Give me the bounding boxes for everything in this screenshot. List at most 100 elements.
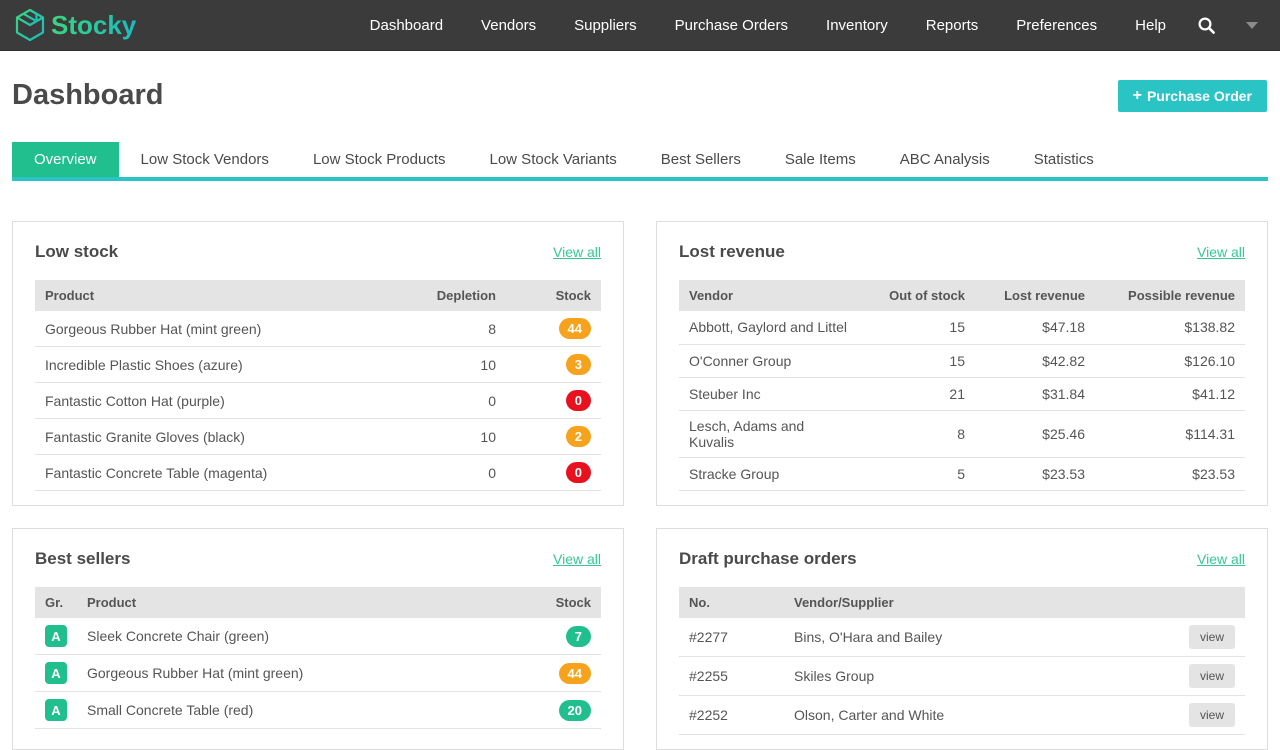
possible-revenue-value: $138.82 bbox=[1095, 311, 1245, 344]
tab-overview[interactable]: Overview bbox=[12, 142, 119, 177]
draft-purchase-orders-title: Draft purchase orders bbox=[679, 549, 857, 569]
depletion-value: 0 bbox=[396, 455, 506, 491]
nav-item-inventory[interactable]: Inventory bbox=[807, 17, 907, 34]
search-icon[interactable] bbox=[1185, 16, 1232, 35]
lost-revenue-table: Vendor Out of stock Lost revenue Possibl… bbox=[679, 280, 1245, 491]
possible-revenue-value: $41.12 bbox=[1095, 377, 1245, 410]
tab-abc-analysis[interactable]: ABC Analysis bbox=[878, 142, 1012, 177]
low-stock-table: Product Depletion Stock Gorgeous Rubber … bbox=[35, 280, 601, 491]
nav-item-suppliers[interactable]: Suppliers bbox=[555, 17, 656, 34]
column-header: Stock bbox=[506, 280, 601, 311]
nav-item-vendors[interactable]: Vendors bbox=[462, 17, 555, 34]
po-number: #2255 bbox=[679, 657, 784, 696]
table-row: O'Conner Group 15 $42.82 $126.10 bbox=[679, 344, 1245, 377]
stock-badge: 2 bbox=[566, 426, 591, 447]
top-nav: Stocky Dashboard Vendors Suppliers Purch… bbox=[0, 0, 1280, 51]
possible-revenue-value: $114.31 bbox=[1095, 410, 1245, 457]
table-row: Fantastic Concrete Table (magenta) 0 0 bbox=[35, 455, 601, 491]
tab-low-stock-variants[interactable]: Low Stock Variants bbox=[468, 142, 639, 177]
lost-revenue-value: $23.53 bbox=[975, 457, 1095, 490]
column-header: No. bbox=[679, 587, 784, 618]
table-row: #2252 Olson, Carter and White view bbox=[679, 696, 1245, 735]
product-name: Gorgeous Rubber Hat (mint green) bbox=[77, 655, 506, 692]
cube-icon bbox=[14, 7, 46, 43]
vendor-name: O'Conner Group bbox=[679, 344, 860, 377]
table-row: Fantastic Granite Gloves (black) 10 2 bbox=[35, 419, 601, 455]
column-header: Depletion bbox=[396, 280, 506, 311]
grade-badge: A bbox=[45, 625, 67, 647]
column-header: Lost revenue bbox=[975, 280, 1095, 311]
out-of-stock-value: 15 bbox=[860, 344, 975, 377]
grade-badge: A bbox=[45, 699, 67, 721]
nav-links: Dashboard Vendors Suppliers Purchase Ord… bbox=[351, 16, 1258, 35]
grade-badge: A bbox=[45, 662, 67, 684]
tab-best-sellers[interactable]: Best Sellers bbox=[639, 142, 763, 177]
depletion-value: 10 bbox=[396, 419, 506, 455]
table-row: A Sleek Concrete Chair (green) 7 bbox=[35, 618, 601, 655]
out-of-stock-value: 5 bbox=[860, 457, 975, 490]
depletion-value: 10 bbox=[396, 347, 506, 383]
view-button[interactable]: view bbox=[1189, 625, 1235, 649]
vendor-name: Abbott, Gaylord and Littel bbox=[679, 311, 860, 344]
vendor-name: Stracke Group bbox=[679, 457, 860, 490]
tab-low-stock-products[interactable]: Low Stock Products bbox=[291, 142, 468, 177]
lost-revenue-title: Lost revenue bbox=[679, 242, 785, 262]
vendor-name: Skiles Group bbox=[784, 657, 1165, 696]
best-sellers-title: Best sellers bbox=[35, 549, 130, 569]
stock-badge: 7 bbox=[566, 626, 591, 647]
column-header: Product bbox=[35, 280, 396, 311]
add-purchase-order-button[interactable]: + Purchase Order bbox=[1118, 80, 1267, 112]
vendor-name: Olson, Carter and White bbox=[784, 696, 1165, 735]
draft-purchase-orders-table: No. Vendor/Supplier #2277 Bins, O'Hara a… bbox=[679, 587, 1245, 735]
nav-item-help[interactable]: Help bbox=[1116, 17, 1185, 34]
vendor-name: Lesch, Adams and Kuvalis bbox=[679, 410, 860, 457]
vendor-name: Bins, O'Hara and Bailey bbox=[784, 618, 1165, 657]
view-button[interactable]: view bbox=[1189, 703, 1235, 727]
column-header: Vendor bbox=[679, 280, 860, 311]
lost-revenue-value: $25.46 bbox=[975, 410, 1095, 457]
table-row: Abbott, Gaylord and Littel 15 $47.18 $13… bbox=[679, 311, 1245, 344]
nav-item-dashboard[interactable]: Dashboard bbox=[351, 17, 462, 34]
table-row: Lesch, Adams and Kuvalis 8 $25.46 $114.3… bbox=[679, 410, 1245, 457]
nav-item-reports[interactable]: Reports bbox=[907, 17, 998, 34]
product-name: Small Concrete Table (red) bbox=[77, 692, 506, 729]
lost-revenue-view-all-link[interactable]: View all bbox=[1197, 244, 1245, 260]
low-stock-panel: Low stock View all Product Depletion Sto… bbox=[12, 221, 624, 506]
lost-revenue-value: $31.84 bbox=[975, 377, 1095, 410]
column-header: Stock bbox=[506, 587, 601, 618]
lost-revenue-value: $47.18 bbox=[975, 311, 1095, 344]
product-name: Fantastic Cotton Hat (purple) bbox=[35, 383, 396, 419]
column-header bbox=[1165, 587, 1245, 618]
best-sellers-view-all-link[interactable]: View all bbox=[553, 551, 601, 567]
nav-item-preferences[interactable]: Preferences bbox=[997, 17, 1116, 34]
draft-purchase-orders-view-all-link[interactable]: View all bbox=[1197, 551, 1245, 567]
table-row: Stracke Group 5 $23.53 $23.53 bbox=[679, 457, 1245, 490]
out-of-stock-value: 21 bbox=[860, 377, 975, 410]
product-name: Fantastic Concrete Table (magenta) bbox=[35, 455, 396, 491]
table-row: A Small Concrete Table (red) 20 bbox=[35, 692, 601, 729]
tab-sale-items[interactable]: Sale Items bbox=[763, 142, 878, 177]
page-title: Dashboard bbox=[12, 79, 163, 112]
low-stock-view-all-link[interactable]: View all bbox=[553, 244, 601, 260]
table-row: A Gorgeous Rubber Hat (mint green) 44 bbox=[35, 655, 601, 692]
stock-badge: 44 bbox=[559, 318, 591, 339]
low-stock-title: Low stock bbox=[35, 242, 118, 262]
best-sellers-table: Gr. Product Stock A Sleek Concrete Chair… bbox=[35, 587, 601, 729]
chevron-down-icon[interactable] bbox=[1246, 22, 1258, 29]
page-header: Dashboard + Purchase Order bbox=[0, 51, 1280, 112]
view-button[interactable]: view bbox=[1189, 664, 1235, 688]
tab-low-stock-vendors[interactable]: Low Stock Vendors bbox=[119, 142, 291, 177]
tab-statistics[interactable]: Statistics bbox=[1012, 142, 1116, 177]
brand-name: Stocky bbox=[51, 10, 136, 41]
po-number: #2252 bbox=[679, 696, 784, 735]
vendor-name: Steuber Inc bbox=[679, 377, 860, 410]
nav-item-purchase-orders[interactable]: Purchase Orders bbox=[656, 17, 807, 34]
draft-purchase-orders-panel: Draft purchase orders View all No. Vendo… bbox=[656, 528, 1268, 750]
stocky-logo[interactable]: Stocky bbox=[14, 7, 136, 43]
lost-revenue-value: $42.82 bbox=[975, 344, 1095, 377]
column-header: Vendor/Supplier bbox=[784, 587, 1165, 618]
po-number: #2277 bbox=[679, 618, 784, 657]
stock-badge: 0 bbox=[566, 462, 591, 483]
panels-grid: Low stock View all Product Depletion Sto… bbox=[12, 221, 1268, 750]
product-name: Sleek Concrete Chair (green) bbox=[77, 618, 506, 655]
